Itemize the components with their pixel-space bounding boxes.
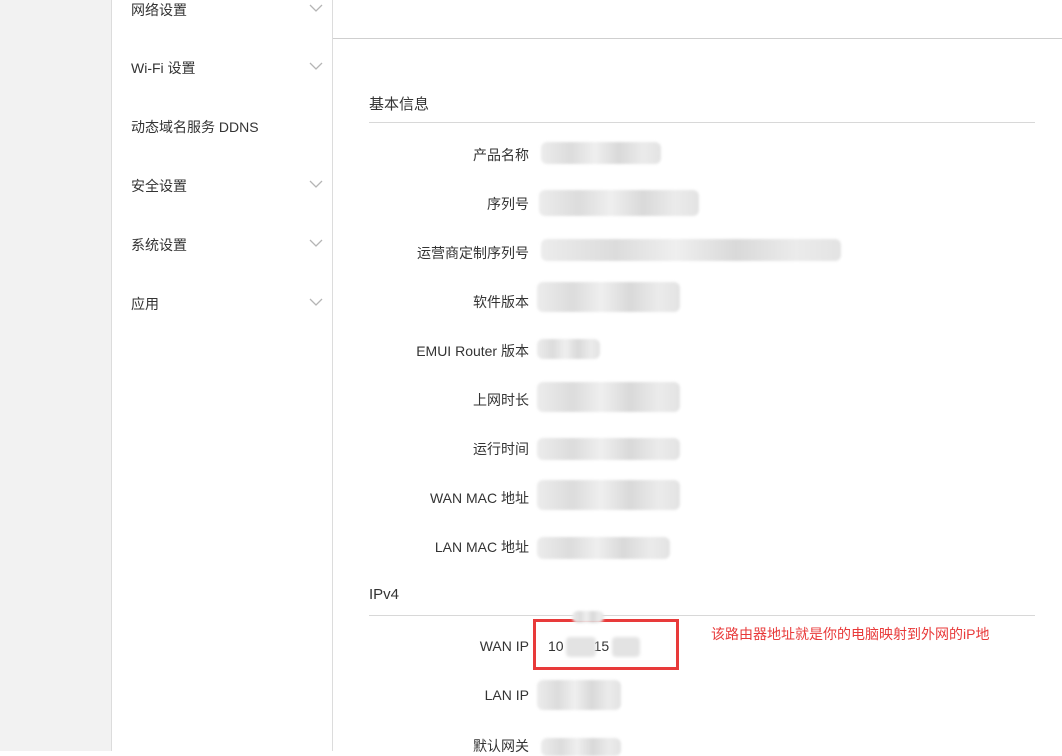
chevron-down-icon (309, 180, 323, 188)
sidebar-item-label: 动态域名服务 DDNS (131, 119, 259, 135)
redacted-wan-ip-segment (612, 637, 640, 657)
redacted-serial-number (539, 190, 699, 216)
sidebar-item-system-settings[interactable]: 系统设置 (112, 223, 332, 263)
wan-ip-part1: 10 (548, 638, 564, 654)
chevron-down-icon (309, 62, 323, 70)
redacted-lan-ip (537, 680, 621, 710)
sidebar-item-ddns[interactable]: 动态域名服务 DDNS (112, 105, 332, 145)
left-gutter (0, 0, 112, 751)
divider (369, 615, 1035, 616)
redacted-wan-ip-segment (566, 637, 596, 657)
sidebar-item-label: 网络设置 (131, 2, 187, 18)
sidebar-item-label: 系统设置 (131, 237, 187, 253)
chevron-down-icon (309, 4, 323, 12)
label-online-duration: 上网时长 (473, 392, 529, 408)
label-serial-number: 序列号 (487, 196, 529, 212)
label-uptime: 运行时间 (473, 441, 529, 457)
section-title-ipv4: IPv4 (369, 586, 400, 603)
redacted-emui-version (537, 339, 600, 359)
sidebar-item-wifi-settings[interactable]: Wi-Fi 设置 (112, 46, 332, 86)
redacted-wan-mac (537, 480, 680, 510)
label-software-version: 软件版本 (473, 294, 529, 310)
label-lan-mac: LAN MAC 地址 (434, 539, 529, 555)
sidebar-item-label: 安全设置 (131, 178, 187, 194)
redacted-default-gateway (541, 738, 621, 756)
label-wan-mac: WAN MAC 地址 (429, 490, 529, 506)
redacted-online-duration (537, 382, 680, 412)
redacted-carrier-serial (541, 239, 841, 261)
label-emui-version: EMUI Router 版本 (416, 343, 529, 359)
chevron-down-icon (309, 239, 323, 247)
sidebar-item-label: 应用 (131, 296, 159, 312)
sidebar-item-label: Wi-Fi 设置 (131, 60, 196, 76)
redacted-product-name (541, 142, 661, 164)
divider (369, 122, 1035, 123)
label-wan-ip: WAN IP (479, 638, 529, 654)
content-header-bar (333, 0, 1062, 39)
label-default-gateway: 默认网关 (473, 738, 529, 754)
sidebar-item-apps[interactable]: 应用 (112, 282, 332, 322)
redacted-software-version (537, 282, 680, 312)
label-lan-ip: LAN IP (484, 687, 529, 703)
section-title-basic-info: 基本信息 (369, 96, 430, 113)
redacted-lan-mac (537, 537, 670, 559)
sidebar-item-security-settings[interactable]: 安全设置 (112, 164, 332, 204)
label-product-name: 产品名称 (473, 147, 529, 163)
sidebar-item-network-settings[interactable]: 网络设置 (112, 0, 332, 28)
annotation-note: 该路由器地址就是你的电脑映射到外网的iP地 (711, 626, 990, 642)
redacted-uptime (537, 438, 680, 460)
sidebar: 网络设置 Wi-Fi 设置 动态域名服务 DDNS 安全设置 系统设置 应用 (112, 0, 333, 751)
chevron-down-icon (309, 298, 323, 306)
redacted-wan-ip-overflow (572, 611, 604, 623)
label-carrier-serial: 运营商定制序列号 (417, 245, 529, 261)
